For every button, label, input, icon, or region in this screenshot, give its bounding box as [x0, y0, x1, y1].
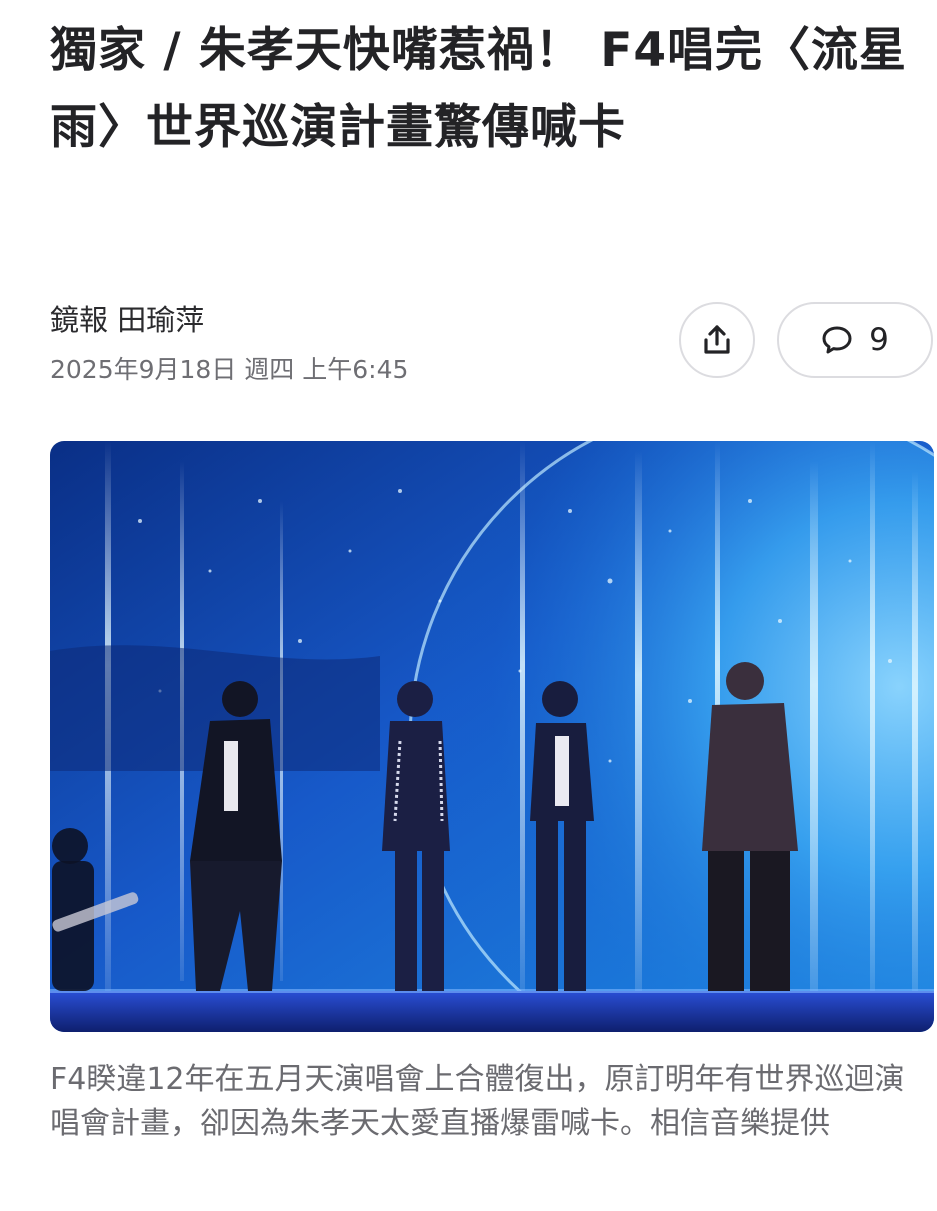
byline: 鏡報 田瑜萍 2025年9月18日 週四 上午6:45 [50, 300, 408, 387]
share-button[interactable] [679, 302, 755, 378]
concert-stage-image [50, 441, 934, 1032]
author-name[interactable]: 鏡報 田瑜萍 [50, 300, 408, 340]
comment-count: 9 [869, 322, 889, 358]
article-headline: 獨家 / 朱孝天快嘴惹禍！ F4唱完〈流星雨〉世界巡演計畫驚傳喊卡 [50, 23, 908, 155]
article-photo[interactable] [50, 441, 934, 1032]
photo-caption: F4睽違12年在五月天演唱會上合體復出，原訂明年有世界巡迴演唱會計畫，卻因為朱孝… [50, 1062, 905, 1141]
share-icon [704, 325, 730, 354]
publish-time: 2025年9月18日 週四 上午6:45 [50, 355, 409, 384]
comment-bubble-icon [822, 326, 852, 354]
comment-button[interactable]: 9 [777, 302, 933, 378]
